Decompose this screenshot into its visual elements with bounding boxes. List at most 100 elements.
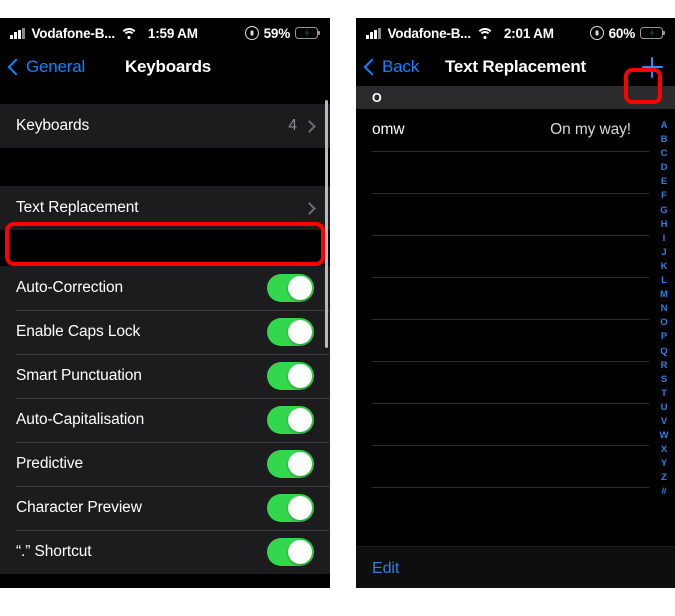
add-entry-button[interactable] [639,54,665,80]
settings-row-accessory [267,450,314,478]
index-letter[interactable]: E [661,175,667,189]
index-letter[interactable]: C [661,147,668,161]
empty-row [356,445,675,487]
index-letter[interactable]: I [663,232,666,246]
index-letter[interactable]: B [661,133,668,147]
index-letter[interactable]: Q [660,345,667,359]
settings-row-smart-punctuation[interactable]: Smart Punctuation [0,354,330,398]
toggle-knob [288,452,312,476]
empty-row [356,277,675,319]
clock-label: 2:01 AM [503,25,554,41]
back-button-label: General [26,57,86,76]
settings-row-accessory [267,362,314,390]
back-button-label: Back [382,57,419,76]
chevron-right-icon [303,119,316,133]
index-letter[interactable]: Y [661,457,667,471]
screenshot-canvas: Vodafone-B... 1:59 AM 59% General Keyboa… [0,0,675,616]
index-letter[interactable]: U [661,401,668,415]
empty-row [356,319,675,361]
toggle-enable-caps-lock[interactable] [267,318,314,346]
toggle-period-shortcut[interactable] [267,538,314,566]
settings-row-accessory [303,201,316,215]
index-letter[interactable]: # [661,485,666,499]
navigation-bar-right [639,54,665,80]
index-letter[interactable]: V [661,415,667,429]
settings-row-label: Character Preview [16,499,142,516]
index-letter[interactable]: M [660,288,668,302]
settings-list[interactable]: Keyboards 4 Text Replacement Auto-Correc… [0,86,330,588]
toggle-knob [288,496,312,520]
empty-row [356,235,675,277]
settings-row-character-preview[interactable]: Character Preview [0,486,330,530]
settings-row-label: Text Replacement [16,199,139,216]
empty-row [356,487,675,529]
settings-row-value: 4 [288,117,297,134]
index-letter[interactable]: O [660,316,667,330]
toggle-knob [288,364,312,388]
battery-charging-icon [640,27,663,39]
index-letter[interactable]: Z [661,471,667,485]
toggle-auto-correction[interactable] [267,274,314,302]
index-letter[interactable]: H [661,218,668,232]
index-letter[interactable]: D [661,161,668,175]
bottom-toolbar: Edit [356,546,675,588]
chevron-left-icon [363,58,381,76]
settings-row-text-replacement[interactable]: Text Replacement [0,186,330,230]
carrier-label: Vodafone-B... [31,25,116,41]
settings-row-accessory [267,318,314,346]
settings-row-auto-capitalisation[interactable]: Auto-Capitalisation [0,398,330,442]
index-letter[interactable]: G [660,204,667,218]
toggle-knob [288,320,312,344]
index-letter[interactable]: L [661,274,667,288]
alphabet-index-bar[interactable]: A B C D E F G H I J K L M N O P Q R S T U V W X Y Z # [656,119,672,500]
index-letter[interactable]: F [661,189,667,203]
index-letter[interactable]: A [661,119,668,133]
charging-bolt-icon [649,28,654,38]
status-bar: Vodafone-B... 2:01 AM 60% [356,18,675,48]
toggle-character-preview[interactable] [267,494,314,522]
phone-screenshot-text-replacement: Vodafone-B... 2:01 AM 60% Back Text Repl… [356,18,675,588]
index-letter[interactable]: P [661,330,667,344]
toggle-predictive[interactable] [267,450,314,478]
shortcut-label: omw [372,121,405,138]
wifi-icon [476,27,495,39]
index-letter[interactable]: X [661,443,667,457]
settings-row-auto-correction[interactable]: Auto-Correction [0,266,330,310]
carrier-label: Vodafone-B... [387,25,472,41]
index-letter[interactable]: W [660,429,669,443]
settings-row-label: Auto-Correction [16,279,124,296]
index-letter[interactable]: J [661,246,666,260]
back-button-general[interactable]: General [7,57,86,77]
status-bar-left: Vodafone-B... 2:01 AM [366,26,554,41]
index-letter[interactable]: T [661,387,667,401]
section-header-o: O [356,86,675,109]
settings-row-period-shortcut[interactable]: “.” Shortcut [0,530,330,574]
signal-bars-icon [366,27,381,39]
toggle-auto-capitalisation[interactable] [267,406,314,434]
vertical-scrollbar[interactable] [325,100,328,348]
text-replacement-row-omw[interactable]: omw On my way! [356,109,675,151]
empty-row [356,193,675,235]
settings-row-label: “.” Shortcut [16,543,92,560]
chevron-left-icon [7,58,25,76]
index-letter[interactable]: R [661,359,668,373]
settings-row-label: Auto-Capitalisation [16,411,145,428]
settings-row-accessory [267,274,314,302]
chevron-right-icon [303,201,316,215]
settings-row-enable-caps-lock[interactable]: Enable Caps Lock [0,310,330,354]
battery-percent-label: 59% [263,25,291,41]
settings-row-predictive[interactable]: Predictive [0,442,330,486]
index-letter[interactable]: K [661,260,668,274]
edit-button[interactable]: Edit [372,560,399,578]
index-letter[interactable]: N [661,302,668,316]
back-button[interactable]: Back [363,57,419,77]
status-bar: Vodafone-B... 1:59 AM 59% [0,18,330,48]
empty-row [356,361,675,403]
index-letter[interactable]: S [661,373,667,387]
phone-screenshot-keyboards: Vodafone-B... 1:59 AM 59% General Keyboa… [0,18,330,588]
toggle-smart-punctuation[interactable] [267,362,314,390]
settings-row-label: Predictive [16,455,84,472]
signal-bars-icon [10,27,25,39]
settings-row-keyboards[interactable]: Keyboards 4 [0,104,330,148]
text-replacement-list[interactable]: omw On my way! ABCDEFGHIJKLMNOPQRSTUVWXY… [356,109,675,546]
